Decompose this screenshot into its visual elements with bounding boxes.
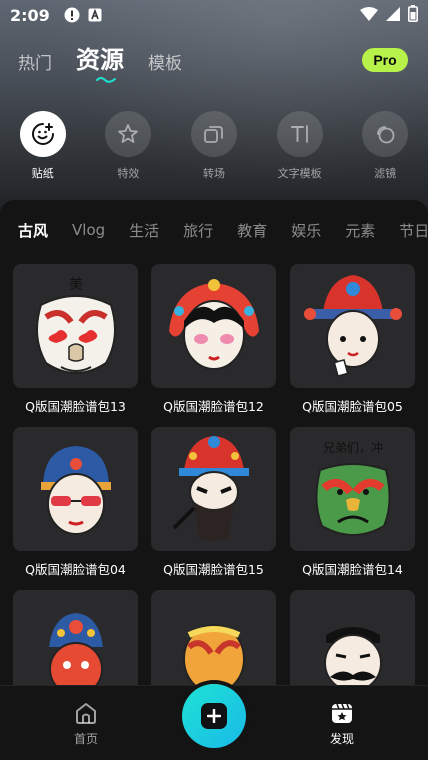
sticker-smile-icon	[31, 123, 54, 145]
tool-sticker[interactable]: 贴纸	[0, 111, 86, 181]
category-festival[interactable]: 节日	[399, 220, 428, 241]
app-notification-icon	[88, 8, 102, 22]
tool-filter[interactable]: 滤镜	[342, 111, 428, 181]
sticker-thumbnail: 美	[13, 264, 138, 388]
category-tabs: 古风 Vlog 生活 旅行 教育 娱乐 元素 节日	[0, 200, 428, 260]
alert-icon	[64, 7, 80, 23]
content-sheet: 古风 Vlog 生活 旅行 教育 娱乐 元素 节日 美 Q版国潮脸谱包13 Q版…	[0, 200, 428, 760]
tool-filter-label: 滤镜	[374, 167, 397, 180]
sticker-badge-text: 兄弟们，冲	[322, 440, 382, 455]
tool-row: 贴纸 特效 转场 文字模板 滤镜	[0, 111, 428, 181]
tool-transition[interactable]: 转场	[171, 111, 257, 181]
text-template-icon	[290, 125, 308, 143]
sticker-name: Q版国潮脸谱包12	[163, 399, 264, 414]
category-elements[interactable]: 元素	[345, 220, 375, 241]
create-button[interactable]	[182, 684, 246, 748]
tool-text-template[interactable]: 文字模板	[257, 111, 343, 181]
plus-icon	[207, 709, 221, 723]
tab-resources-label: 资源	[76, 46, 124, 74]
transition-squares-icon	[204, 126, 223, 143]
category-gufeng[interactable]: 古风	[18, 220, 48, 241]
sticker-thumbnail: 兄弟们，冲	[290, 427, 415, 551]
sticker-name: Q版国潮脸谱包14	[302, 562, 403, 577]
category-vlog[interactable]: Vlog	[72, 221, 105, 239]
sticker-thumbnail	[151, 427, 276, 551]
status-bar: 2:09	[0, 0, 428, 30]
tool-transition-label: 转场	[202, 167, 225, 180]
battery-icon	[408, 4, 418, 26]
tool-text-template-label: 文字模板	[277, 167, 322, 180]
tab-hot[interactable]: 热门	[18, 52, 52, 76]
pro-badge[interactable]: Pro	[362, 48, 408, 72]
sticker-name: Q版国潮脸谱包15	[163, 562, 264, 577]
sticker-card[interactable]: Q版国潮脸谱包05	[290, 264, 415, 415]
bottom-nav: 首页 发现	[0, 684, 428, 760]
tool-effects[interactable]: 特效	[86, 111, 172, 181]
sticker-card[interactable]: Q版国潮脸谱包12	[151, 264, 276, 415]
discover-clapper-icon	[332, 703, 352, 723]
sparkle-star-icon	[118, 124, 139, 143]
nav-home-label: 首页	[73, 732, 98, 746]
top-tabs: 热门 资源 模板	[18, 44, 182, 83]
tab-resources[interactable]: 资源	[76, 44, 124, 83]
wifi-icon	[360, 6, 378, 25]
tab-templates[interactable]: 模板	[148, 52, 182, 76]
category-life[interactable]: 生活	[129, 220, 159, 241]
filter-circles-icon	[377, 126, 395, 144]
sticker-name: Q版国潮脸谱包05	[302, 399, 403, 414]
category-education[interactable]: 教育	[237, 220, 267, 241]
sticker-thumbnail	[151, 264, 276, 388]
category-travel[interactable]: 旅行	[183, 220, 213, 241]
signal-icon	[386, 6, 400, 25]
sticker-name: Q版国潮脸谱包04	[25, 562, 126, 577]
sticker-name: Q版国潮脸谱包13	[25, 399, 126, 414]
status-time: 2:09	[10, 5, 50, 25]
sticker-card[interactable]: 美 Q版国潮脸谱包13	[13, 264, 138, 415]
sticker-thumbnail	[290, 264, 415, 388]
category-entertainment[interactable]: 娱乐	[291, 220, 321, 241]
tool-effects-label: 特效	[117, 167, 140, 180]
sticker-badge-text: 美	[69, 277, 83, 293]
nav-discover[interactable]: 发现	[307, 700, 377, 747]
nav-discover-label: 发现	[329, 732, 354, 746]
nav-home[interactable]: 首页	[51, 700, 121, 747]
sticker-card[interactable]: Q版国潮脸谱包04	[13, 427, 138, 578]
sticker-thumbnail	[13, 427, 138, 551]
tool-sticker-label: 贴纸	[31, 167, 54, 180]
sticker-card[interactable]: 兄弟们，冲 Q版国潮脸谱包14	[290, 427, 415, 578]
active-tab-indicator	[96, 77, 116, 83]
home-icon	[76, 703, 96, 724]
sticker-card[interactable]: Q版国潮脸谱包15	[151, 427, 276, 578]
hero-background	[0, 0, 428, 220]
